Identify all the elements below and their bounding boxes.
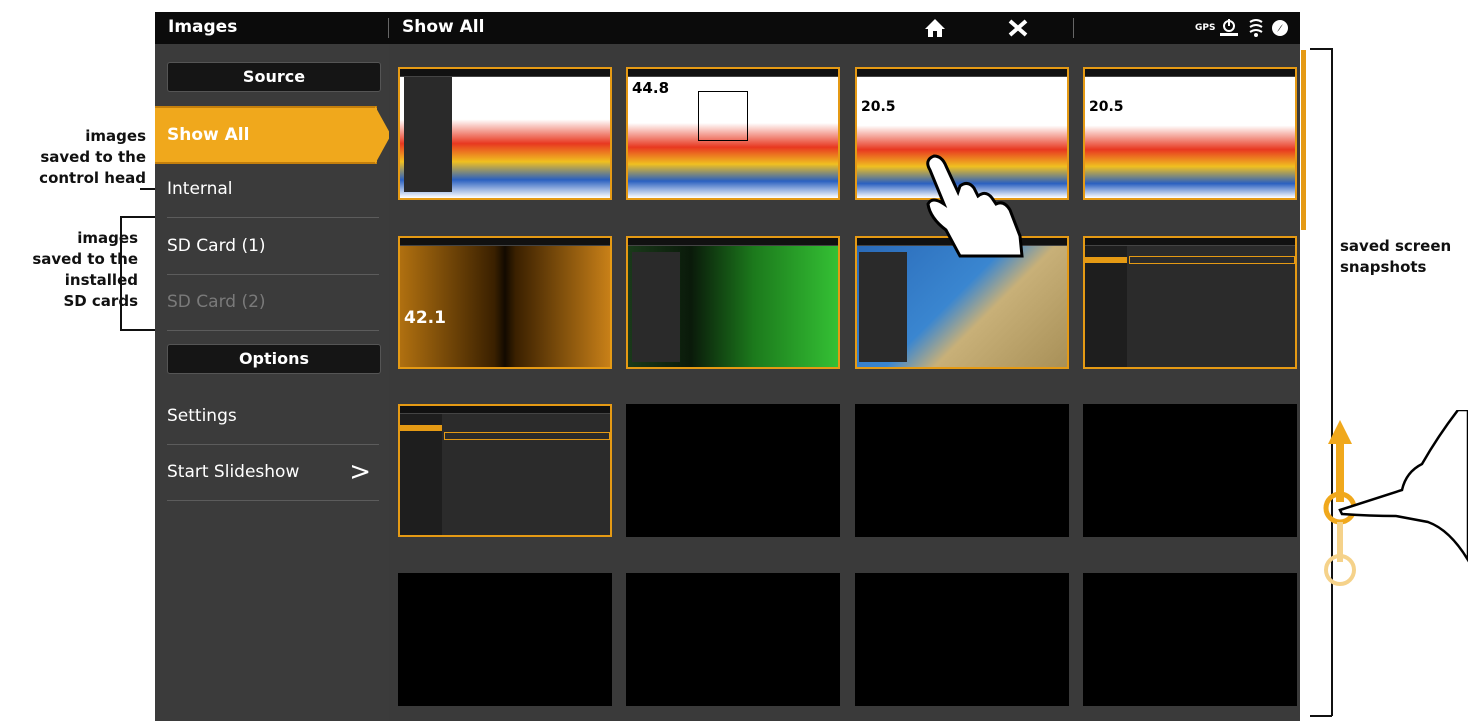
thumb-status-bar xyxy=(857,69,1067,77)
thumbnail-green-sonar[interactable] xyxy=(626,236,840,369)
chevron-right-icon: > xyxy=(349,457,371,487)
thumb-status-bar xyxy=(628,238,838,246)
thumbnail-side-imaging[interactable]: 42.1 xyxy=(398,236,612,369)
settings-sidebar xyxy=(400,414,442,535)
sidebar-item-settings[interactable]: Settings xyxy=(167,389,379,445)
home-icon[interactable] xyxy=(924,18,946,38)
tap-hand-icon xyxy=(926,154,1024,258)
thumbnail-empty xyxy=(626,573,840,706)
source-header: Source xyxy=(167,62,381,92)
sidebar-item-start-slideshow[interactable]: Start Slideshow > xyxy=(167,445,379,501)
annotation-line-1: images xyxy=(77,229,138,247)
view-title: Show All xyxy=(402,17,485,37)
annotation-line-3: installed xyxy=(64,271,138,289)
annotation-line-2: snapshots xyxy=(1340,258,1427,276)
thumb-status-bar xyxy=(400,238,610,246)
overlay-menu xyxy=(632,252,680,362)
sd-bracket-top xyxy=(120,216,156,218)
thumb-status-bar xyxy=(1085,69,1295,77)
overlay-menu xyxy=(859,252,907,362)
annotation-control-head: images saved to the control head xyxy=(0,126,146,189)
thumbnail-empty xyxy=(398,573,612,706)
snap-bracket-vertical xyxy=(1331,48,1333,716)
annotation-line-2: saved to the xyxy=(40,148,146,166)
depth-readout: 44.8 xyxy=(632,79,670,97)
compass-icon[interactable] xyxy=(1271,19,1289,37)
top-bar: Images Show All GPS xyxy=(155,12,1300,44)
divider xyxy=(388,18,389,38)
snap-bracket-bottom xyxy=(1310,715,1332,717)
thumbnail-empty xyxy=(855,404,1069,537)
thumbnail-sonar[interactable]: 20.5 xyxy=(1083,67,1297,200)
thumb-status-bar xyxy=(400,406,610,414)
sonar-image xyxy=(1085,77,1295,198)
overlay-menu xyxy=(404,77,452,192)
annotation-sd-cards: images saved to the installed SD cards xyxy=(0,228,138,312)
thumbnail-empty xyxy=(1083,404,1297,537)
depth-readout: 20.5 xyxy=(1089,99,1124,115)
thumbnail-settings[interactable] xyxy=(1083,236,1297,369)
thumbnail-empty xyxy=(626,404,840,537)
annotation-line-4: SD cards xyxy=(63,292,138,310)
annotation-line-3: control head xyxy=(39,169,146,187)
thumbnail-settings[interactable] xyxy=(398,404,612,537)
swipe-up-gesture-icon xyxy=(1323,410,1468,586)
annotation-line-2: saved to the xyxy=(32,250,138,268)
zoom-box xyxy=(698,91,748,141)
sidebar-item-show-all[interactable]: Show All xyxy=(155,106,377,164)
options-header: Options xyxy=(167,344,381,374)
side-image xyxy=(400,246,610,367)
thumb-status-bar xyxy=(400,69,610,77)
sonar-icon[interactable] xyxy=(1248,18,1264,38)
settings-row xyxy=(1129,256,1295,264)
sidebar-item-sd-card-2: SD Card (2) xyxy=(167,275,379,331)
snap-bracket-top xyxy=(1310,48,1332,50)
sd-bracket-bottom xyxy=(120,329,156,331)
gps-icon[interactable]: GPS xyxy=(1195,23,1215,33)
app-title: Images xyxy=(168,17,238,37)
scrollbar[interactable] xyxy=(1301,50,1306,230)
divider xyxy=(1073,18,1074,38)
close-icon[interactable] xyxy=(1008,19,1028,37)
power-icon[interactable] xyxy=(1219,19,1239,37)
sidebar-item-internal[interactable]: Internal xyxy=(167,162,379,218)
thumb-status-bar xyxy=(1085,238,1295,246)
sidebar-item-label: Start Slideshow xyxy=(167,462,300,482)
depth-readout: 20.5 xyxy=(861,99,896,115)
sd-bracket-vertical xyxy=(120,216,122,330)
settings-row xyxy=(444,432,610,440)
sidebar-item-label: Show All xyxy=(167,125,250,145)
depth-readout: 42.1 xyxy=(404,308,446,328)
settings-selected xyxy=(1085,257,1127,263)
thumbnail-empty xyxy=(855,573,1069,706)
thumbnail-sonar[interactable] xyxy=(398,67,612,200)
thumbnail-sonar[interactable]: 44.8 xyxy=(626,67,840,200)
sidebar: Source Show All Internal SD Card (1) SD … xyxy=(155,44,391,721)
settings-selected xyxy=(400,425,442,431)
thumbnail-empty xyxy=(1083,573,1297,706)
settings-sidebar xyxy=(1085,246,1127,367)
annotation-line-1: saved screen xyxy=(1340,237,1452,255)
annotation-line-1: images xyxy=(85,127,146,145)
thumb-status-bar xyxy=(628,69,838,77)
annotation-snapshots: saved screen snapshots xyxy=(1340,236,1460,278)
sidebar-item-sd-card-1[interactable]: SD Card (1) xyxy=(167,219,379,275)
